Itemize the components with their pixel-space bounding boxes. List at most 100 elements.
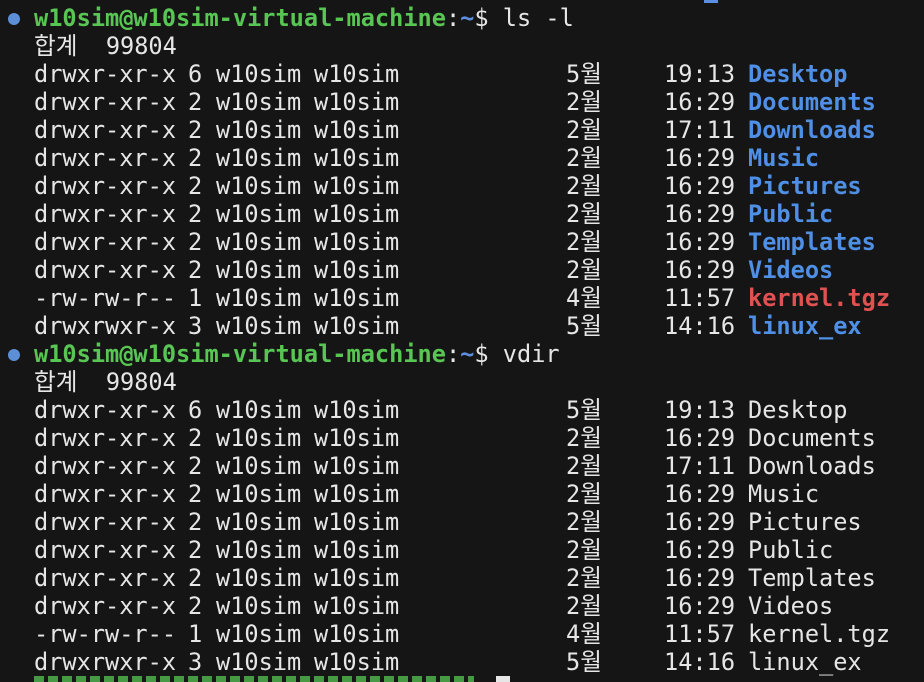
permissions: drwxr-xr-x [34, 60, 177, 88]
file-name: Downloads [748, 452, 876, 480]
link-count: 2 [188, 172, 203, 200]
scrolled-prompt-fragment [704, 0, 718, 3]
file-name: kernel.tgz [748, 284, 891, 312]
text-cursor[interactable] [496, 676, 510, 682]
group: w10sim [314, 200, 400, 228]
file-name: Pictures [748, 172, 862, 200]
modified-month: 5월 [566, 396, 602, 424]
file-name: Music [748, 480, 820, 508]
shell-prompt: w10sim@w10sim-virtual-machine:~$ ls -l [34, 4, 574, 32]
total-summary: 합계 99804 [34, 368, 177, 396]
modified-month: 2월 [566, 172, 602, 200]
link-count: 2 [188, 536, 203, 564]
group: w10sim [314, 312, 400, 340]
prompt-separator: : [445, 340, 461, 368]
owner: w10sim [216, 452, 302, 480]
modified-time: 16:29 [664, 508, 736, 536]
owner: w10sim [216, 396, 302, 424]
owner: w10sim [216, 256, 302, 284]
modified-time: 14:16 [664, 648, 736, 676]
group: w10sim [314, 396, 400, 424]
modified-month: 5월 [566, 648, 602, 676]
link-count: 2 [188, 200, 203, 228]
link-count: 3 [188, 648, 203, 676]
group: w10sim [314, 620, 400, 648]
file-name: Public [748, 200, 834, 228]
owner: w10sim [216, 480, 302, 508]
modified-month: 2월 [566, 116, 602, 144]
modified-time: 17:11 [664, 116, 736, 144]
command-text: vdir [502, 340, 560, 368]
link-count: 2 [188, 424, 203, 452]
file-name: linux_ex [748, 312, 862, 340]
prompt-separator: : [445, 4, 461, 32]
modified-month: 2월 [566, 200, 602, 228]
file-name: linux_ex [748, 648, 862, 676]
permissions: drwxr-xr-x [34, 592, 177, 620]
file-name: Music [748, 144, 820, 172]
modified-month: 2월 [566, 564, 602, 592]
modified-month: 2월 [566, 452, 602, 480]
link-count: 6 [188, 60, 203, 88]
modified-month: 2월 [566, 508, 602, 536]
permissions: drwxr-xr-x [34, 228, 177, 256]
link-count: 3 [188, 312, 203, 340]
total-summary: 합계 99804 [34, 32, 177, 60]
owner: w10sim [216, 312, 302, 340]
link-count: 2 [188, 592, 203, 620]
permissions: drwxr-xr-x [34, 480, 177, 508]
file-name: Videos [748, 256, 834, 284]
permissions: drwxr-xr-x [34, 424, 177, 452]
permissions: drwxr-xr-x [34, 144, 177, 172]
file-name: Templates [748, 228, 876, 256]
owner: w10sim [216, 116, 302, 144]
link-count: 2 [188, 508, 203, 536]
owner: w10sim [216, 564, 302, 592]
group: w10sim [314, 592, 400, 620]
file-name: Public [748, 536, 834, 564]
modified-time: 19:13 [664, 60, 736, 88]
command-text: ls -l [502, 4, 574, 32]
group: w10sim [314, 60, 400, 88]
permissions: drwxr-xr-x [34, 564, 177, 592]
file-name: Downloads [748, 116, 876, 144]
prompt-symbol: $ [474, 340, 503, 368]
owner: w10sim [216, 228, 302, 256]
modified-month: 5월 [566, 312, 602, 340]
partially-visible-prompt [34, 676, 474, 682]
owner: w10sim [216, 200, 302, 228]
file-name: Documents [748, 424, 876, 452]
file-name: Templates [748, 564, 876, 592]
file-name: kernel.tgz [748, 620, 891, 648]
group: w10sim [314, 144, 400, 172]
permissions: -rw-rw-r-- [34, 284, 177, 312]
group: w10sim [314, 648, 400, 676]
permissions: drwxr-xr-x [34, 88, 177, 116]
modified-time: 16:29 [664, 172, 736, 200]
terminal-window[interactable]: w10sim@w10sim-virtual-machine:~$ ls -l 합계… [0, 0, 924, 682]
modified-month: 2월 [566, 480, 602, 508]
link-count: 2 [188, 116, 203, 144]
owner: w10sim [216, 172, 302, 200]
modified-time: 16:29 [664, 144, 736, 172]
command-status-dot-icon [8, 13, 20, 25]
link-count: 2 [188, 256, 203, 284]
modified-month: 2월 [566, 424, 602, 452]
modified-month: 2월 [566, 228, 602, 256]
modified-month: 2월 [566, 144, 602, 172]
link-count: 1 [188, 284, 203, 312]
link-count: 1 [188, 620, 203, 648]
prompt-path: ~ [460, 340, 475, 368]
modified-time: 17:11 [664, 452, 736, 480]
modified-time: 11:57 [664, 620, 736, 648]
group: w10sim [314, 452, 400, 480]
modified-month: 2월 [566, 88, 602, 116]
permissions: drwxr-xr-x [34, 116, 177, 144]
modified-time: 16:29 [664, 480, 736, 508]
permissions: drwxrwxr-x [34, 648, 177, 676]
owner: w10sim [216, 144, 302, 172]
group: w10sim [314, 564, 400, 592]
modified-time: 16:29 [664, 200, 736, 228]
owner: w10sim [216, 424, 302, 452]
permissions: drwxrwxr-x [34, 312, 177, 340]
